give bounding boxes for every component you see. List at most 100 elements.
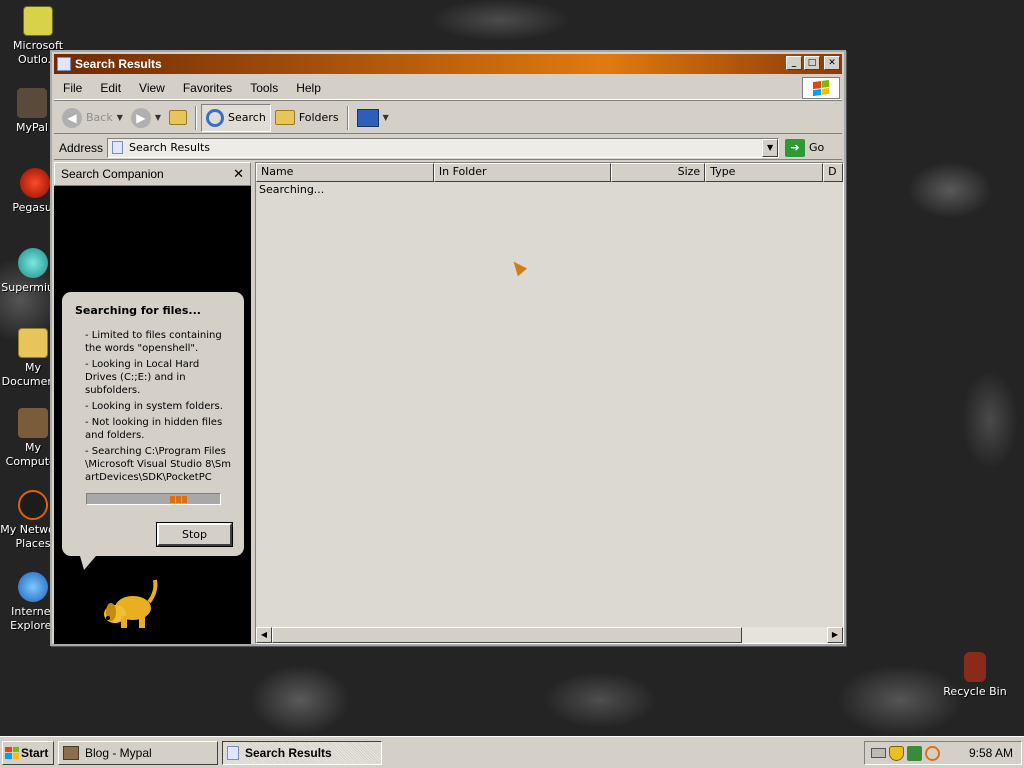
desktop-icon-label: Recycle Bin xyxy=(943,685,1007,698)
views-dropdown-icon[interactable]: ▼ xyxy=(383,113,389,122)
folders-icon xyxy=(274,110,295,125)
search-companion-pane: Search Companion ✕ Searching for files..… xyxy=(54,162,251,644)
column-headers: Name In Folder Size Type D xyxy=(256,163,843,182)
horizontal-scrollbar[interactable]: ◀ ▶ xyxy=(256,627,843,643)
up-folder-icon xyxy=(169,110,188,125)
go-label: Go xyxy=(809,141,825,154)
window-title: Search Results xyxy=(75,57,162,71)
my-documents-icon xyxy=(18,328,48,358)
search-status-title: Searching for files... xyxy=(75,304,201,317)
scroll-track[interactable] xyxy=(742,627,827,643)
folders-label: Folders xyxy=(298,111,339,124)
search-criteria-item: - Not looking in hidden files and folder… xyxy=(85,417,223,441)
toolbar-separator xyxy=(195,105,198,130)
close-icon[interactable]: ✕ xyxy=(233,167,244,182)
column-header-date[interactable]: D xyxy=(823,163,843,182)
address-dropdown-icon[interactable]: ▼ xyxy=(762,138,779,157)
close-button[interactable]: ✕ xyxy=(824,56,840,70)
address-field[interactable]: Search Results ▼ xyxy=(107,137,780,158)
views-button[interactable]: ▼ xyxy=(353,104,393,132)
taskbar-button-blog-mypal[interactable]: Blog - Mypal xyxy=(58,740,218,765)
search-results-list[interactable]: Name In Folder Size Type D Searching... … xyxy=(255,162,844,644)
security-shield-icon[interactable] xyxy=(889,745,904,761)
windows-logo-icon xyxy=(802,77,840,99)
search-results-page-icon xyxy=(112,141,124,154)
taskbar-button-search-results[interactable]: Search Results xyxy=(222,740,382,765)
minimize-button[interactable]: _ xyxy=(786,56,802,70)
menu-favorites[interactable]: Favorites xyxy=(174,81,241,95)
search-tray-icon[interactable] xyxy=(925,745,940,761)
desktop-icon-recycle-bin[interactable]: Recycle Bin xyxy=(940,652,1010,699)
up-folder-button[interactable] xyxy=(165,104,191,132)
search-dog-icon xyxy=(104,579,158,628)
address-bar: Address Search Results ▼ ➜ Go xyxy=(54,136,842,160)
keyboard-icon[interactable] xyxy=(871,748,886,758)
search-criteria-item: - Looking in system folders. xyxy=(85,401,223,412)
supermium-icon xyxy=(18,248,48,278)
stop-button[interactable]: Stop xyxy=(156,522,233,547)
taskbar-button-label: Search Results xyxy=(245,745,332,760)
my-computer-icon xyxy=(18,408,48,438)
searching-status: Searching... xyxy=(259,183,325,196)
system-tray: 9:58 AM xyxy=(864,741,1022,765)
network-places-icon xyxy=(18,490,48,520)
scroll-thumb[interactable] xyxy=(272,627,742,643)
column-header-in-folder[interactable]: In Folder xyxy=(433,163,611,182)
windows-logo-icon xyxy=(5,746,19,759)
toolbar-separator xyxy=(346,105,349,130)
views-icon xyxy=(356,108,379,127)
search-progress-bar xyxy=(86,493,221,505)
search-criteria-item: - Searching C:\Program Files\Microsoft V… xyxy=(85,446,231,483)
forward-arrow-icon: ▶ xyxy=(130,107,151,128)
column-header-type[interactable]: Type xyxy=(705,163,824,182)
results-body: Searching... xyxy=(256,182,843,627)
menu-view[interactable]: View xyxy=(130,81,174,95)
menu-edit[interactable]: Edit xyxy=(91,81,130,95)
standard-toolbar: ◀ Back ▼ ▶ ▼ Search Folders ▼ xyxy=(54,102,842,134)
progress-blocks xyxy=(170,496,187,503)
menu-bar: File Edit View Favorites Tools Help xyxy=(54,76,842,100)
start-button[interactable]: Start xyxy=(2,740,54,765)
menu-file[interactable]: File xyxy=(54,81,91,95)
menu-tools[interactable]: Tools xyxy=(241,81,287,95)
address-value: Search Results xyxy=(129,141,211,154)
scroll-right-icon[interactable]: ▶ xyxy=(827,627,843,643)
folders-button[interactable]: Folders xyxy=(271,104,343,132)
forward-button[interactable]: ▶ ▼ xyxy=(127,104,165,132)
start-label: Start xyxy=(21,745,49,760)
network-icon[interactable] xyxy=(907,745,922,761)
address-label: Address xyxy=(59,140,104,155)
recycle-bin-icon xyxy=(964,652,986,682)
outlook-icon xyxy=(23,6,53,36)
column-header-size[interactable]: Size xyxy=(610,163,706,182)
search-companion-title: Search Companion xyxy=(61,167,164,181)
scroll-left-icon[interactable]: ◀ xyxy=(256,627,272,643)
back-arrow-icon: ◀ xyxy=(62,107,82,128)
mypal-icon xyxy=(17,88,47,118)
column-header-name[interactable]: Name xyxy=(256,163,434,182)
forward-dropdown-icon[interactable]: ▼ xyxy=(155,113,161,122)
search-status-balloon: Searching for files... - Limited to file… xyxy=(62,292,244,570)
clock[interactable]: 9:58 AM xyxy=(969,746,1013,760)
internet-explorer-icon xyxy=(18,572,48,602)
search-button[interactable]: Search xyxy=(201,103,271,132)
back-button[interactable]: ◀ Back ▼ xyxy=(58,104,127,132)
search-results-window: Search Results _ □ ✕ File Edit View Favo… xyxy=(50,50,846,646)
search-criteria-item: - Looking in Local Hard Drives (C:;E:) a… xyxy=(85,359,200,396)
taskbar: Start Blog - Mypal Search Results 9:58 A… xyxy=(0,736,1024,768)
search-label: Search xyxy=(228,111,266,124)
pegasus-icon xyxy=(20,168,50,198)
go-button[interactable]: ➜ Go xyxy=(785,138,825,157)
search-results-page-icon xyxy=(57,57,71,71)
search-icon xyxy=(206,108,225,127)
mypal-icon xyxy=(63,745,79,760)
title-bar[interactable]: Search Results _ □ ✕ xyxy=(54,54,842,74)
maximize-button[interactable]: □ xyxy=(804,56,820,70)
search-results-page-icon xyxy=(227,745,239,760)
search-criteria-item: - Limited to files containing the words … xyxy=(85,330,222,354)
back-label: Back xyxy=(86,111,113,124)
back-dropdown-icon[interactable]: ▼ xyxy=(117,113,123,122)
search-companion-header: Search Companion ✕ xyxy=(54,162,251,186)
menu-help[interactable]: Help xyxy=(287,81,330,95)
taskbar-button-label: Blog - Mypal xyxy=(85,745,152,760)
